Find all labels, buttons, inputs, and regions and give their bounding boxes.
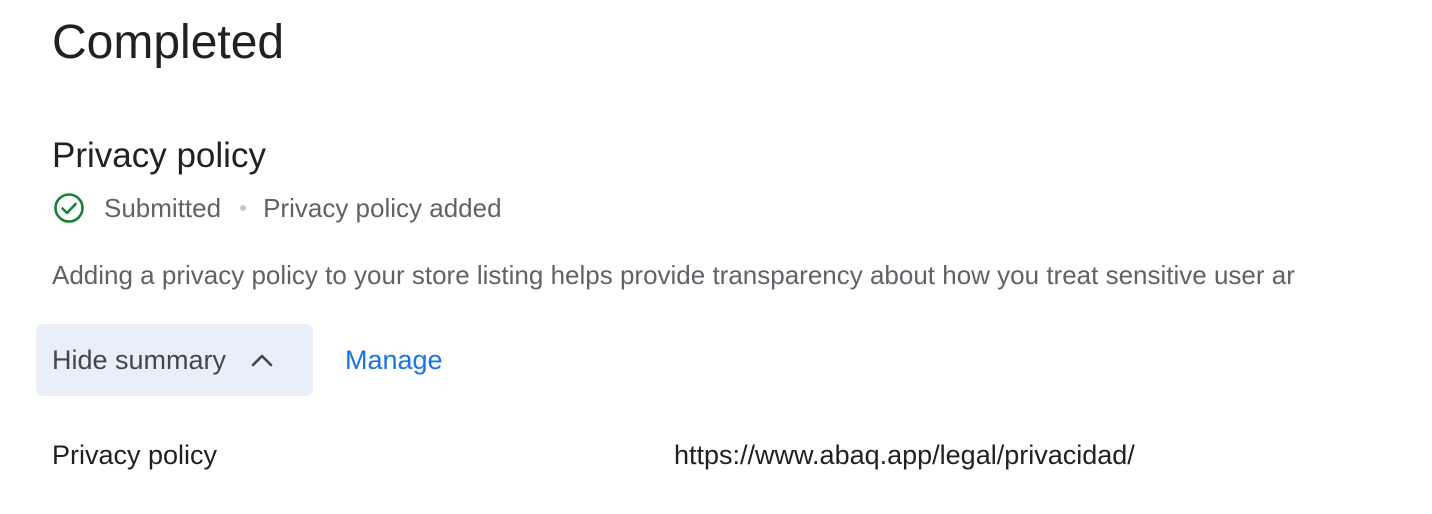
status-detail: Privacy policy added xyxy=(263,192,502,223)
status-label: Submitted xyxy=(104,192,222,223)
chevron-up-icon xyxy=(248,346,276,374)
section-description: Adding a privacy policy to your store li… xyxy=(52,260,1295,290)
page: Completed Privacy policy Submitted Priva… xyxy=(0,0,1432,514)
hide-summary-button[interactable]: Hide summary xyxy=(36,324,313,396)
page-title: Completed xyxy=(52,16,285,69)
summary-row-label: Privacy policy xyxy=(52,440,218,470)
hide-summary-label: Hide summary xyxy=(52,344,227,375)
check-circle-icon xyxy=(52,191,86,225)
manage-button[interactable]: Manage xyxy=(345,340,443,380)
status-row: Submitted Privacy policy added xyxy=(52,188,502,228)
section-title: Privacy policy xyxy=(52,136,266,175)
summary-row-value: https://www.abaq.app/legal/privacidad/ xyxy=(674,440,1135,470)
separator-dot xyxy=(240,205,247,211)
